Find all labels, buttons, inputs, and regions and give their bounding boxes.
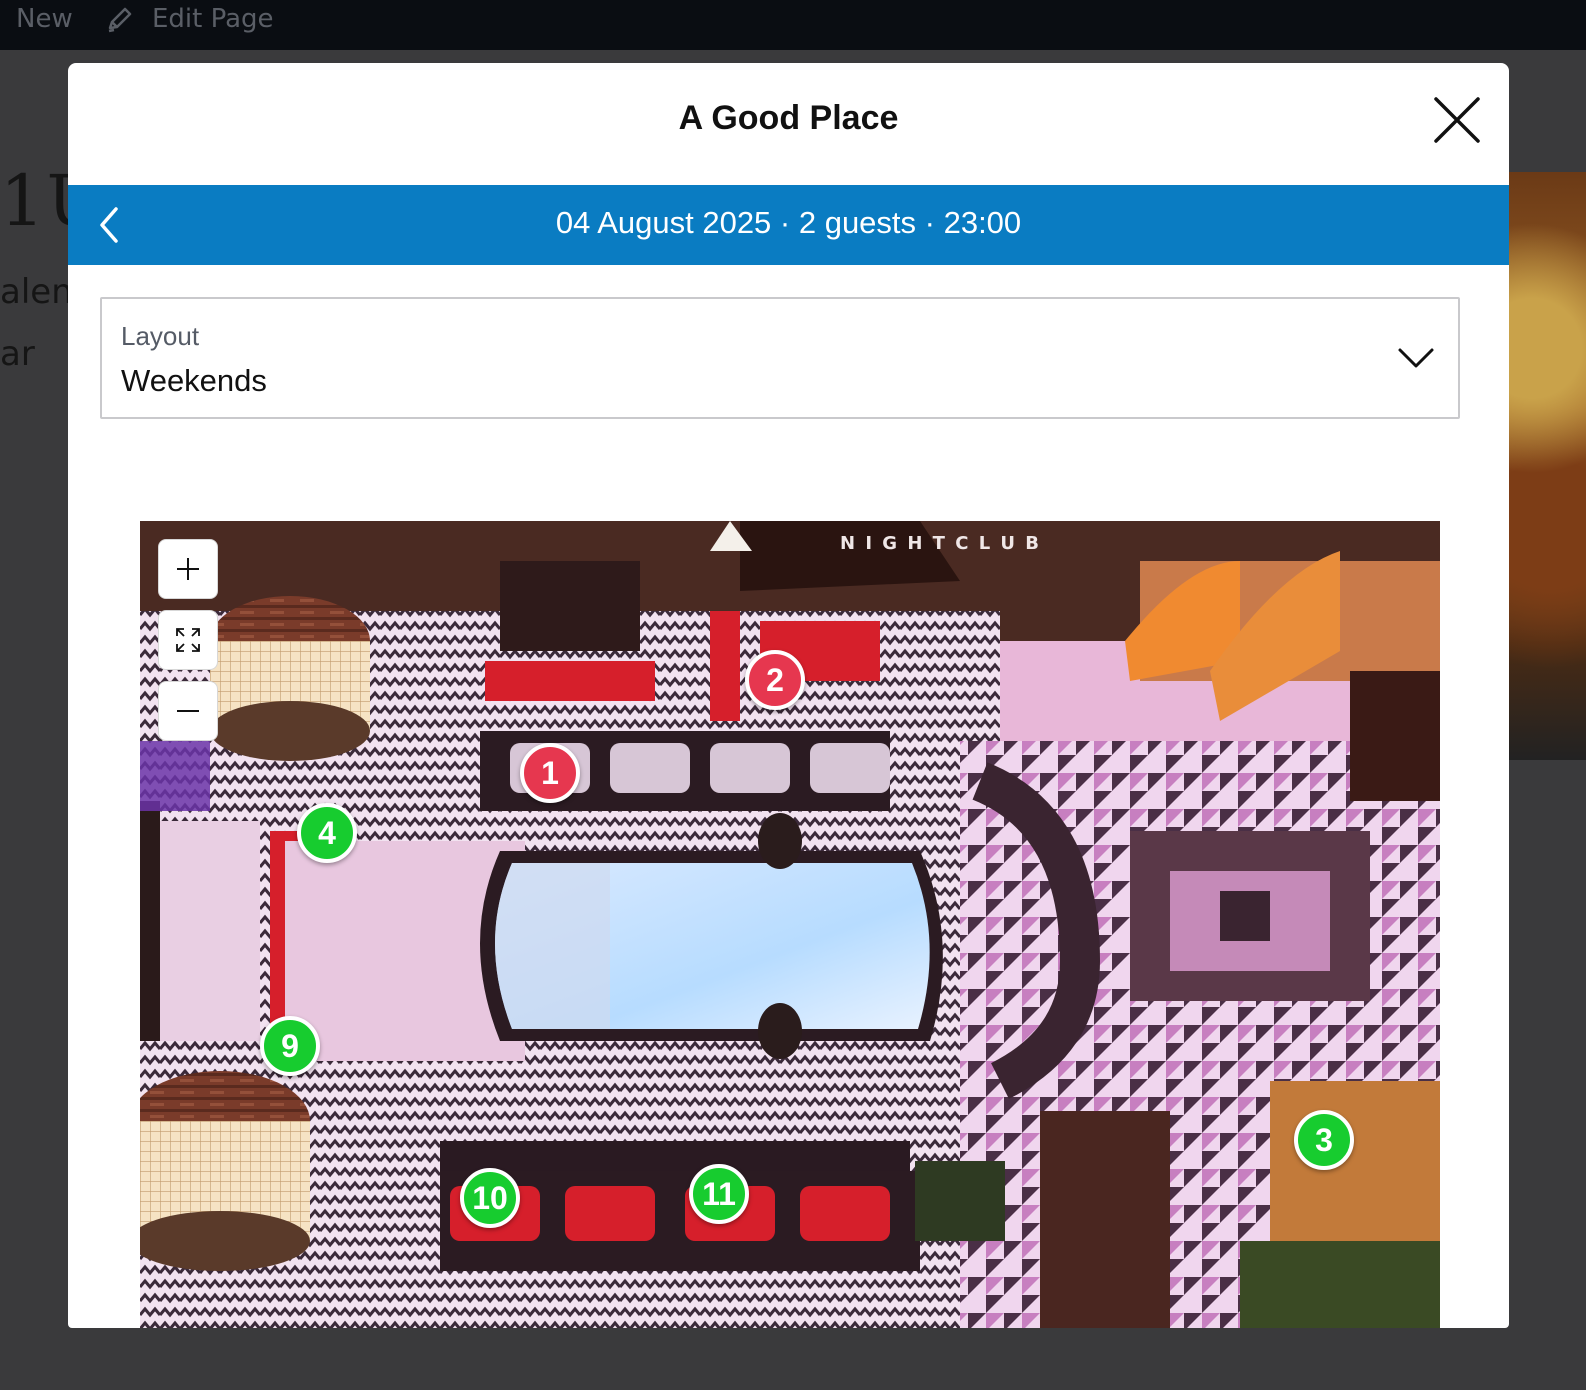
floor-plan-map[interactable]: N I G H T C L U B 1 2 3 4 9 10 11 [140,521,1440,1328]
table-marker-4[interactable]: 4 [297,803,357,863]
modal-title: A Good Place [678,99,899,137]
plus-icon [177,558,199,580]
booking-summary-bar: 04 August 2025 · 2 guests · 23:00 [68,185,1509,265]
fit-to-screen-button[interactable] [158,610,218,670]
table-marker-10[interactable]: 10 [460,1168,520,1228]
close-button[interactable] [1428,91,1486,149]
new-menu-item[interactable]: New [16,4,73,34]
edit-page-link[interactable]: Edit Page [152,4,274,34]
table-marker-3[interactable]: 3 [1294,1110,1354,1170]
nightclub-sign: N I G H T C L U B [840,533,1041,554]
table-marker-2[interactable]: 2 [745,650,805,710]
zoom-in-button[interactable] [158,539,218,599]
table-marker-1[interactable]: 1 [520,743,580,803]
pencil-icon [104,4,136,36]
layout-value: Weekends [121,363,267,398]
booking-summary[interactable]: 04 August 2025 · 2 guests · 23:00 [68,205,1509,241]
expand-icon [176,628,200,652]
chevron-down-icon [1398,348,1434,368]
background-food-image [1496,172,1586,760]
close-icon [1434,97,1480,143]
admin-bar: New Edit Page [0,0,1586,50]
background-text: ar [0,334,35,374]
booking-modal: A Good Place 04 August 2025 · 2 guests ·… [68,63,1509,1328]
layout-select[interactable]: Layout Weekends [100,297,1460,419]
zoom-out-button[interactable] [158,681,218,741]
modal-header: A Good Place [68,63,1509,185]
table-marker-11[interactable]: 11 [689,1164,749,1224]
minus-icon [177,710,199,712]
layout-label: Layout [121,321,200,351]
floor-plan-image: N I G H T C L U B [140,521,1440,1328]
table-marker-9[interactable]: 9 [260,1016,320,1076]
